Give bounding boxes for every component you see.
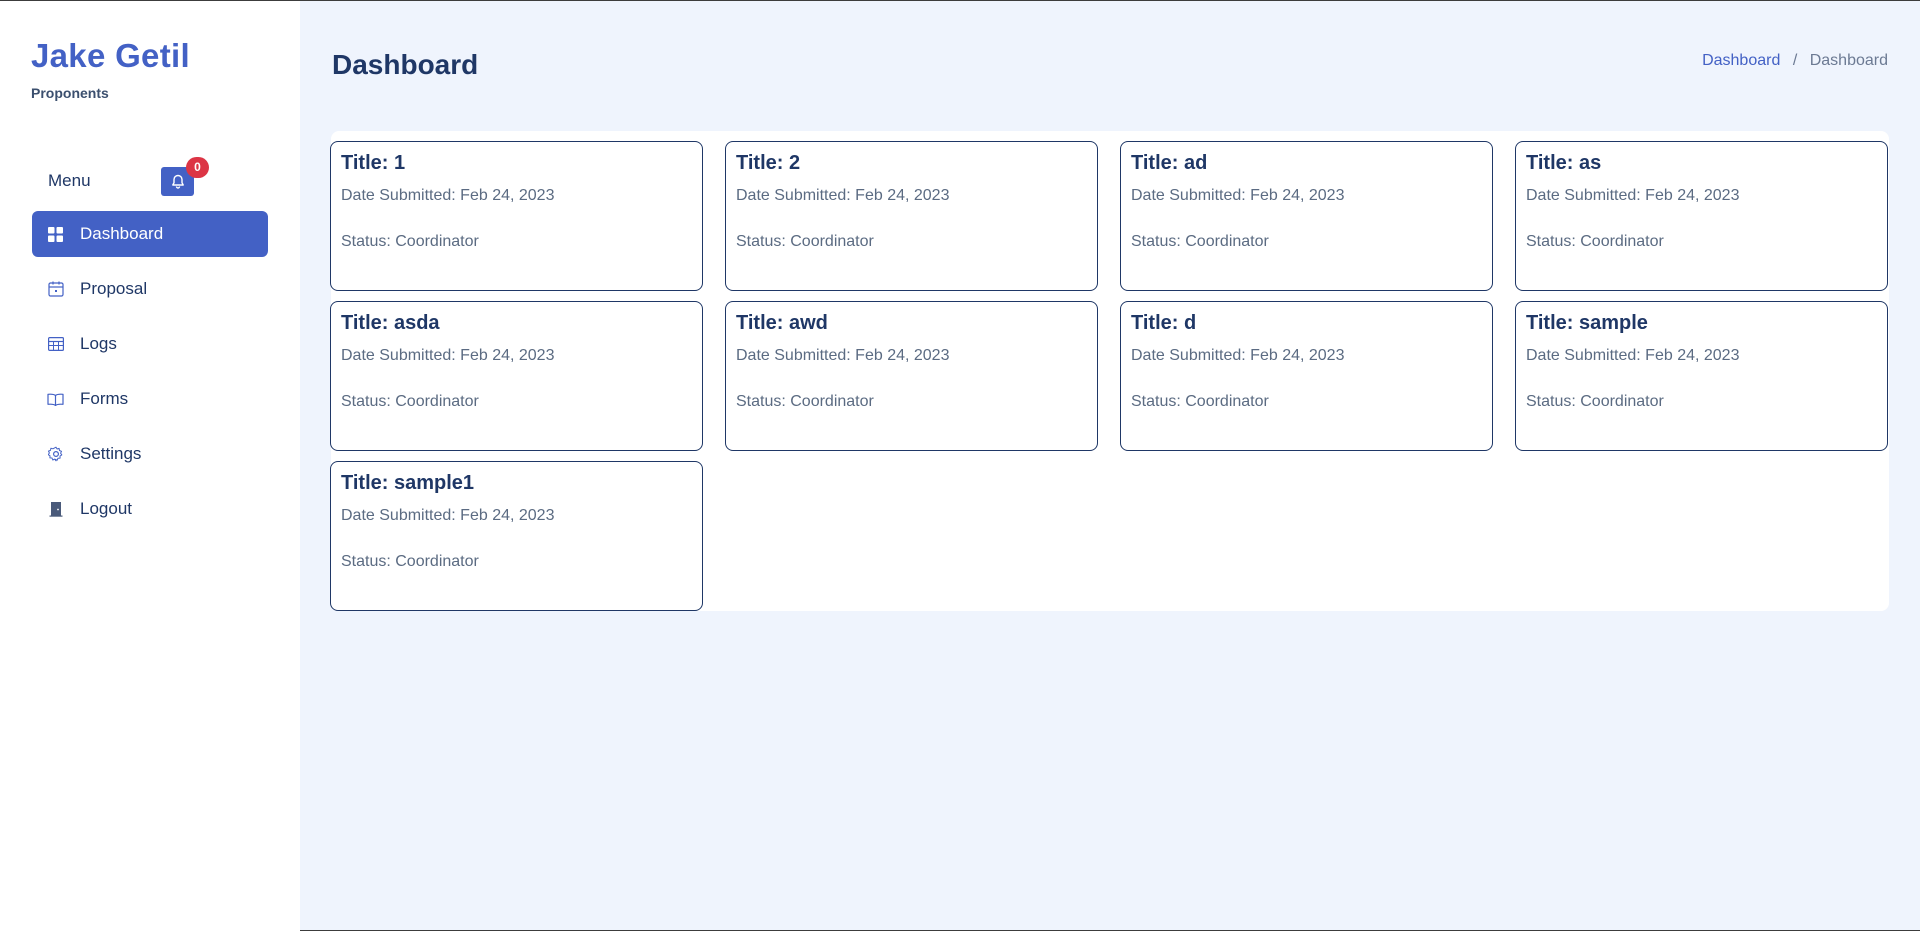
- page-title: Dashboard: [332, 49, 479, 80]
- card-status: Status: Coordinator: [341, 393, 479, 410]
- proposal-card[interactable]: Title: sample1 Date Submitted: Feb 24, 2…: [330, 461, 703, 611]
- breadcrumb-current: Dashboard: [1809, 52, 1888, 69]
- proposal-card[interactable]: Title: 2 Date Submitted: Feb 24, 2023 St…: [725, 141, 1098, 291]
- card-title: Title: sample: [1526, 312, 1648, 334]
- card-status: Status: Coordinator: [341, 233, 479, 250]
- card-status: Status: Coordinator: [1526, 393, 1664, 410]
- card-date: Date Submitted: Feb 24, 2023: [1526, 347, 1740, 364]
- card-title: Title: ad: [1131, 152, 1208, 174]
- sidebar-item-logout[interactable]: Logout: [32, 486, 268, 532]
- sidebar-item-label: Forms: [80, 389, 129, 408]
- menu-label: Menu: [48, 171, 91, 190]
- card-title: Title: 2: [736, 152, 801, 174]
- card-date: Date Submitted: Feb 24, 2023: [341, 187, 555, 204]
- card-status: Status: Coordinator: [341, 553, 479, 570]
- main-content: Dashboard Dashboard / Dashboard Title: 1…: [300, 1, 1920, 931]
- card-status: Status: Coordinator: [736, 233, 874, 250]
- card-title: Title: asda: [341, 312, 440, 334]
- card-status: Status: Coordinator: [1526, 233, 1664, 250]
- sidebar-nav: Dashboard Proposal Logs Forms Settings L…: [32, 211, 268, 541]
- sidebar-item-label: Logout: [80, 499, 132, 518]
- sidebar-item-label: Settings: [80, 444, 142, 463]
- proposal-card[interactable]: Title: ad Date Submitted: Feb 24, 2023 S…: [1120, 141, 1493, 291]
- card-date: Date Submitted: Feb 24, 2023: [341, 507, 555, 524]
- card-status: Status: Coordinator: [1131, 233, 1269, 250]
- proposal-card[interactable]: Title: as Date Submitted: Feb 24, 2023 S…: [1515, 141, 1888, 291]
- table-icon: [47, 336, 64, 353]
- sidebar-item-forms[interactable]: Forms: [32, 376, 268, 422]
- card-date: Date Submitted: Feb 24, 2023: [1131, 347, 1345, 364]
- card-title: Title: sample1: [341, 472, 475, 494]
- gear-icon: [47, 446, 64, 463]
- proposal-card[interactable]: Title: sample Date Submitted: Feb 24, 20…: [1515, 301, 1888, 451]
- proposal-card[interactable]: Title: 1 Date Submitted: Feb 24, 2023 St…: [330, 141, 703, 291]
- sidebar-item-dashboard[interactable]: Dashboard: [32, 211, 268, 257]
- sidebar: Jake Getil Proponents Menu 0 Dashboard P…: [0, 1, 300, 931]
- sidebar-item-label: Logs: [80, 334, 117, 353]
- proposal-card[interactable]: Title: d Date Submitted: Feb 24, 2023 St…: [1120, 301, 1493, 451]
- book-icon: [47, 391, 64, 408]
- card-title: Title: d: [1131, 312, 1197, 334]
- sidebar-item-logs[interactable]: Logs: [32, 321, 268, 367]
- card-title: Title: awd: [736, 312, 828, 334]
- card-date: Date Submitted: Feb 24, 2023: [736, 347, 950, 364]
- bell-icon: [171, 174, 184, 189]
- sidebar-item-proposal[interactable]: Proposal: [32, 266, 268, 312]
- brand: Jake Getil Proponents: [31, 37, 190, 101]
- calendar-icon: [47, 281, 64, 298]
- sidebar-item-settings[interactable]: Settings: [32, 431, 268, 477]
- card-title: Title: 1: [341, 152, 406, 174]
- proposal-card[interactable]: Title: awd Date Submitted: Feb 24, 2023 …: [725, 301, 1098, 451]
- proposal-cards-grid: Title: 1 Date Submitted: Feb 24, 2023 St…: [330, 141, 1888, 611]
- card-title: Title: as: [1526, 152, 1602, 174]
- sidebar-item-label: Dashboard: [80, 224, 164, 243]
- grid-icon: [47, 226, 64, 243]
- card-status: Status: Coordinator: [736, 393, 874, 410]
- menu-header: Menu 0: [48, 157, 228, 199]
- card-status: Status: Coordinator: [1131, 393, 1269, 410]
- card-date: Date Submitted: Feb 24, 2023: [1131, 187, 1345, 204]
- user-name: Jake Getil: [31, 37, 190, 74]
- breadcrumb-link[interactable]: Dashboard: [1702, 52, 1780, 69]
- breadcrumb-separator: /: [1792, 52, 1798, 69]
- card-date: Date Submitted: Feb 24, 2023: [1526, 187, 1740, 204]
- notification-badge: 0: [186, 157, 209, 178]
- sidebar-item-label: Proposal: [80, 279, 148, 298]
- card-date: Date Submitted: Feb 24, 2023: [341, 347, 555, 364]
- door-icon: [47, 501, 64, 518]
- user-role: Proponents: [31, 85, 109, 101]
- breadcrumb: Dashboard / Dashboard: [1702, 52, 1888, 70]
- proposal-card[interactable]: Title: asda Date Submitted: Feb 24, 2023…: [330, 301, 703, 451]
- card-date: Date Submitted: Feb 24, 2023: [736, 187, 950, 204]
